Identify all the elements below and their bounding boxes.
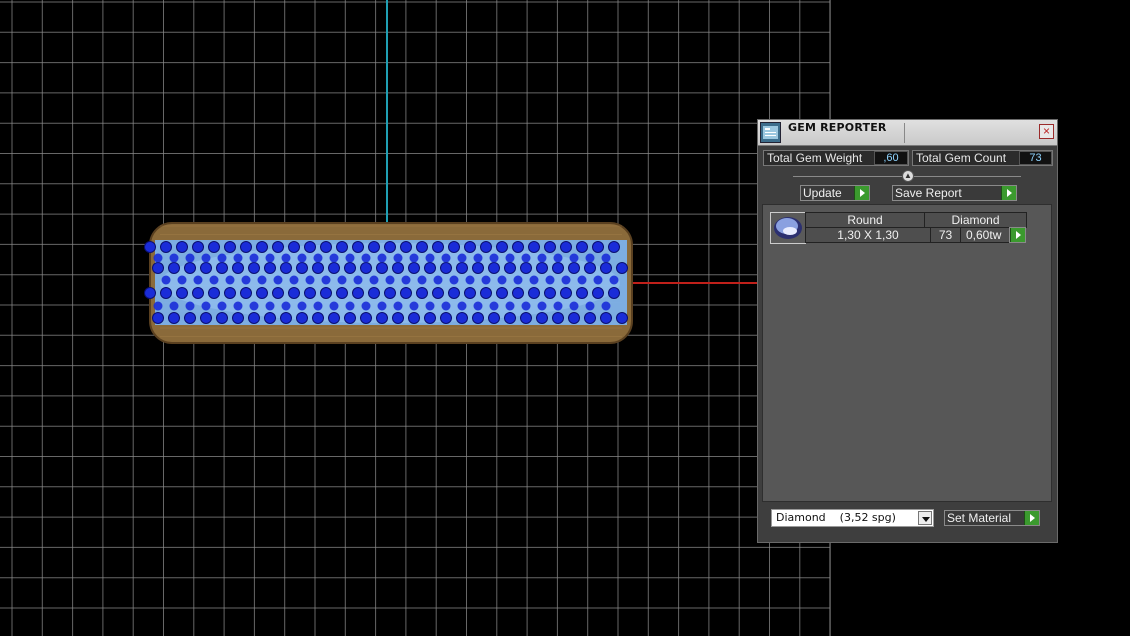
play-arrow-icon bbox=[1001, 186, 1016, 200]
close-icon[interactable]: × bbox=[1039, 124, 1054, 139]
title-separator bbox=[904, 123, 905, 143]
total-gem-weight-field: Total Gem Weight ,60 bbox=[763, 150, 909, 166]
total-gem-count-value: 73 bbox=[1019, 151, 1052, 165]
collapse-knob-icon[interactable]: ▲ bbox=[902, 170, 914, 182]
material-select[interactable]: Diamond (3,52 spg) bbox=[771, 509, 934, 527]
round-gem-icon[interactable] bbox=[770, 212, 806, 244]
total-gem-count-label: Total Gem Count bbox=[916, 151, 1007, 165]
total-gem-count-field: Total Gem Count 73 bbox=[912, 150, 1053, 166]
gem-size-cell: 1,30 X 1,30 bbox=[805, 227, 931, 243]
update-button[interactable]: Update bbox=[800, 185, 870, 201]
total-gem-weight-value: ,60 bbox=[874, 151, 908, 165]
gem-material-header: Diamond bbox=[924, 212, 1027, 228]
set-material-button[interactable]: Set Material bbox=[944, 510, 1040, 526]
gem-count-cell: 73 bbox=[930, 227, 961, 243]
gem-shape-header: Round bbox=[805, 212, 925, 228]
play-arrow-icon bbox=[1010, 228, 1025, 242]
play-arrow-icon bbox=[1024, 511, 1039, 525]
gem-reporter-icon bbox=[760, 122, 781, 143]
panel-titlebar[interactable]: GEM REPORTER × bbox=[758, 120, 1057, 146]
gem-row-go-button[interactable] bbox=[1009, 227, 1026, 243]
update-label: Update bbox=[803, 186, 842, 200]
set-material-label: Set Material bbox=[947, 511, 1012, 525]
material-select-value: Diamond (3,52 spg) bbox=[776, 511, 896, 524]
panel-title: GEM REPORTER bbox=[788, 121, 887, 134]
gem-weight-cell: 0,60tw bbox=[960, 227, 1010, 243]
gem-list[interactable]: Round Diamond 1,30 X 1,30 73 0,60tw bbox=[762, 204, 1052, 502]
save-report-label: Save Report bbox=[895, 186, 962, 200]
gem-reporter-panel: GEM REPORTER × Total Gem Weight ,60 Tota… bbox=[757, 119, 1058, 543]
chevron-down-icon[interactable] bbox=[918, 511, 932, 525]
total-gem-weight-label: Total Gem Weight bbox=[767, 151, 863, 165]
save-report-button[interactable]: Save Report bbox=[892, 185, 1017, 201]
play-arrow-icon bbox=[854, 186, 869, 200]
